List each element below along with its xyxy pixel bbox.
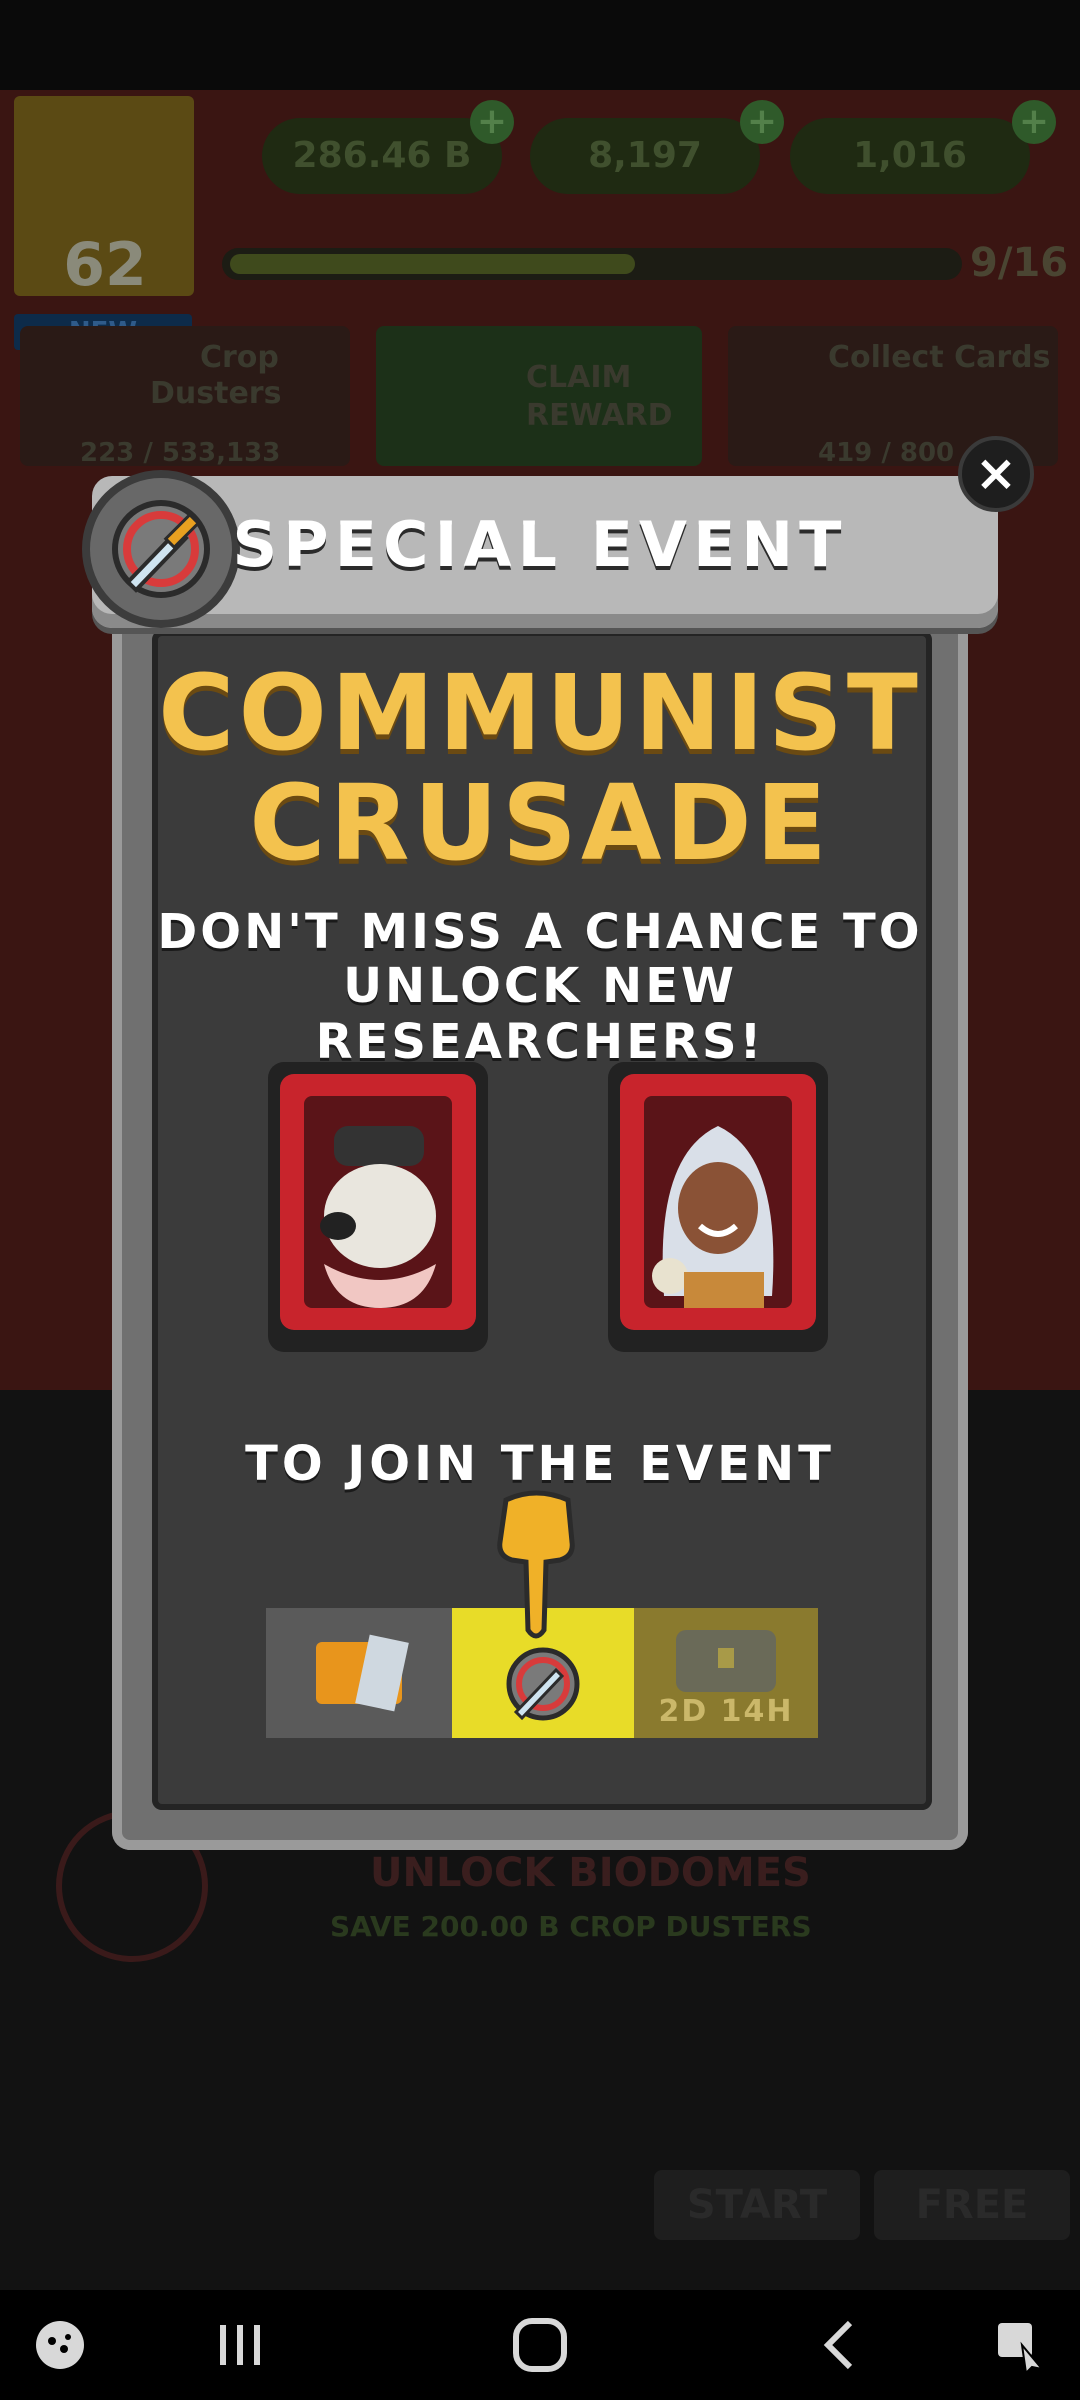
event-title-line2: CRUSADE: [249, 762, 831, 884]
add-cash-icon: +: [470, 100, 514, 144]
status-area: [0, 0, 1080, 90]
cash-counter: 286.46 B: [262, 118, 502, 194]
crop-dusters-card: Crop Dusters 223 / 533,133: [20, 326, 350, 468]
close-button[interactable]: ×: [958, 436, 1034, 512]
home-icon[interactable]: [500, 2290, 580, 2400]
subtitle-line1: DON'T MISS A CHANCE TO: [157, 904, 923, 960]
crop-dusters-label: Crop: [200, 340, 279, 375]
subtitle-line2: UNLOCK NEW RESEARCHERS!: [315, 958, 765, 1070]
free-button-bg: FREE: [874, 2170, 1070, 2240]
back-icon[interactable]: [800, 2290, 880, 2400]
tickets-counter: 1,016: [790, 118, 1030, 194]
card-frame: [280, 1074, 476, 1330]
level-number: 62: [63, 230, 147, 300]
card-frame: [620, 1074, 816, 1330]
tab-chest[interactable]: 2D 14H: [634, 1608, 818, 1738]
research-counter: 8,197: [530, 118, 760, 194]
join-event-text: TO JOIN THE EVENT: [245, 1436, 835, 1492]
event-timer: 2D 14H: [658, 1694, 794, 1729]
headscarf-researcher-portrait: [644, 1096, 792, 1308]
crop-dusters-count: 223 / 533,133: [80, 438, 281, 468]
claim-reward-card: CLAIM REWARD: [376, 326, 702, 466]
start-button-bg: START: [654, 2170, 860, 2240]
add-research-icon: +: [740, 100, 784, 144]
claim-label: CLAIM: [526, 360, 632, 395]
crop-dusters-label-2: Dusters: [150, 376, 282, 411]
modal-title: SPECIAL EVENT: [232, 508, 848, 581]
game-launcher-icon[interactable]: [20, 2290, 100, 2400]
claim-label-2: REWARD: [526, 398, 673, 433]
add-tickets-icon: +: [1012, 100, 1056, 144]
folder-icon: [316, 1634, 409, 1712]
screenshot-icon[interactable]: [980, 2290, 1060, 2400]
bearded-researcher-portrait: [304, 1096, 452, 1308]
level-progress-fill: [230, 254, 635, 274]
unlock-title: UNLOCK BIODOMES: [370, 1850, 811, 1896]
collect-cards-label: Collect Cards: [828, 340, 1051, 375]
unlock-subtitle: SAVE 200.00 B CROP DUSTERS: [330, 1910, 812, 1943]
researcher-card-1: [268, 1062, 488, 1352]
event-title-line1: COMMUNIST: [158, 652, 922, 774]
collect-cards-count: 419 / 800: [818, 438, 955, 468]
researcher-card-2: [608, 1062, 828, 1352]
pointing-hand-icon: [486, 1490, 586, 1640]
recent-apps-icon[interactable]: [200, 2290, 280, 2400]
tab-folder[interactable]: [266, 1608, 452, 1738]
level-progress-text: 9/16: [970, 240, 1069, 286]
